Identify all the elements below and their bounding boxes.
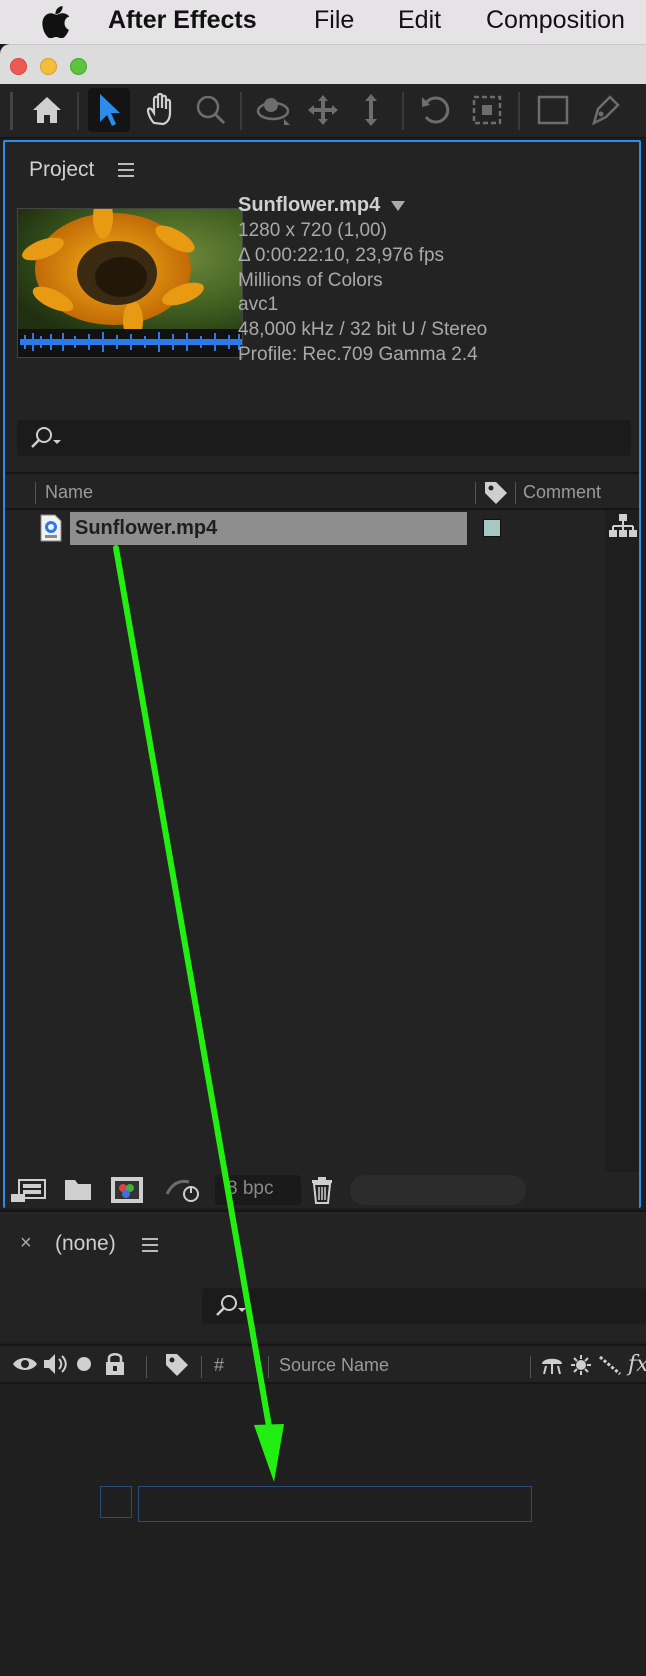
zoom-tool-icon[interactable] [190,88,232,132]
project-search-input[interactable] [17,420,631,456]
close-icon[interactable]: × [20,1232,32,1255]
new-composition-icon[interactable] [109,1175,145,1205]
close-window-button[interactable] [10,58,27,75]
preview-profile: Profile: Rec.709 Gamma 2.4 [238,344,478,365]
quality-icon[interactable] [598,1354,622,1376]
menu-app-name[interactable]: After Effects [108,6,257,35]
menu-file[interactable]: File [314,6,354,35]
dolly-camera-icon[interactable] [350,88,392,132]
project-footer: 8 bpc [5,1172,639,1208]
panel-menu-icon[interactable] [118,163,134,177]
project-item-row[interactable]: Sunflower.mp4 [5,510,603,546]
preview-resolution: 1280 x 720 (1,00) [238,220,387,241]
dependencies-icon[interactable] [165,1176,201,1204]
timeline-header: × (none) [0,1212,646,1342]
search-icon [31,427,61,448]
trash-icon[interactable] [310,1176,334,1204]
chevron-down-icon[interactable] [391,201,405,211]
column-comment[interactable]: Comment [523,482,601,503]
selection-tool-icon[interactable] [88,88,130,132]
project-column-header: Name Comment [5,472,639,510]
interpret-footage-icon[interactable] [11,1176,47,1204]
timeline-search-input[interactable] [202,1288,646,1324]
pen-tool-icon[interactable] [584,88,626,132]
zoom-window-button[interactable] [70,58,87,75]
column-number[interactable]: # [214,1355,224,1376]
project-panel: Project Sunflower.mp4 1280 x 720 (1,00) … [3,140,641,1208]
label-color-swatch[interactable] [483,519,501,537]
label-tag-icon[interactable] [164,1352,190,1378]
drop-target-square [100,1486,132,1518]
minimize-window-button[interactable] [40,58,57,75]
project-panel-title[interactable]: Project [29,158,94,182]
lock-icon[interactable] [104,1352,126,1376]
window-titlebar [0,44,646,84]
preview-audio: 48,000 kHz / 32 bit U / Stereo [238,319,488,340]
column-source-name[interactable]: Source Name [279,1355,389,1376]
preview-duration: Δ 0:00:22:10, 23,976 fps [238,245,445,266]
thumbnail-size-slider[interactable] [350,1175,526,1205]
rectangle-tool-icon[interactable] [532,88,574,132]
new-folder-icon[interactable] [63,1176,93,1202]
shy-icon[interactable] [540,1354,564,1376]
home-icon[interactable] [26,88,68,132]
menu-bar: After Effects File Edit Composition [0,0,646,44]
pan-camera-icon[interactable] [302,88,344,132]
flowchart-icon[interactable] [609,512,637,540]
tools-toolbar [0,84,646,138]
column-name[interactable]: Name [45,482,93,503]
hand-tool-icon[interactable] [140,88,182,132]
footage-file-icon [40,514,62,542]
solo-icon[interactable] [76,1356,92,1372]
preview-colors: Millions of Colors [238,270,383,291]
audio-icon[interactable] [42,1352,68,1376]
effects-icon[interactable]: fx [628,1352,646,1377]
eye-icon[interactable] [12,1354,38,1374]
timeline-tab-title[interactable]: (none) [55,1232,116,1256]
footage-thumbnail [17,208,243,358]
search-icon [216,1295,246,1316]
preview-filename: Sunflower.mp4 [238,194,381,216]
preview-codec: avc1 [238,294,279,315]
project-item-name[interactable]: Sunflower.mp4 [75,517,217,540]
orbit-camera-icon[interactable] [252,88,294,132]
project-bpc[interactable]: 8 bpc [215,1175,301,1205]
rotate-tool-icon[interactable] [416,88,458,132]
apple-logo-icon[interactable] [42,6,72,38]
timeline-column-header: # Source Name fx [0,1344,646,1384]
drop-target-layer-area[interactable] [138,1486,532,1522]
anchor-point-icon[interactable] [466,88,508,132]
panel-menu-icon[interactable] [142,1238,158,1252]
collapse-transform-icon[interactable] [570,1354,592,1376]
label-tag-icon[interactable] [483,480,509,506]
menu-edit[interactable]: Edit [398,6,441,35]
menu-composition[interactable]: Composition [486,6,625,35]
project-scrollbar[interactable] [605,510,639,1200]
timeline-panel: × (none) # Source Name f [0,1210,646,1676]
